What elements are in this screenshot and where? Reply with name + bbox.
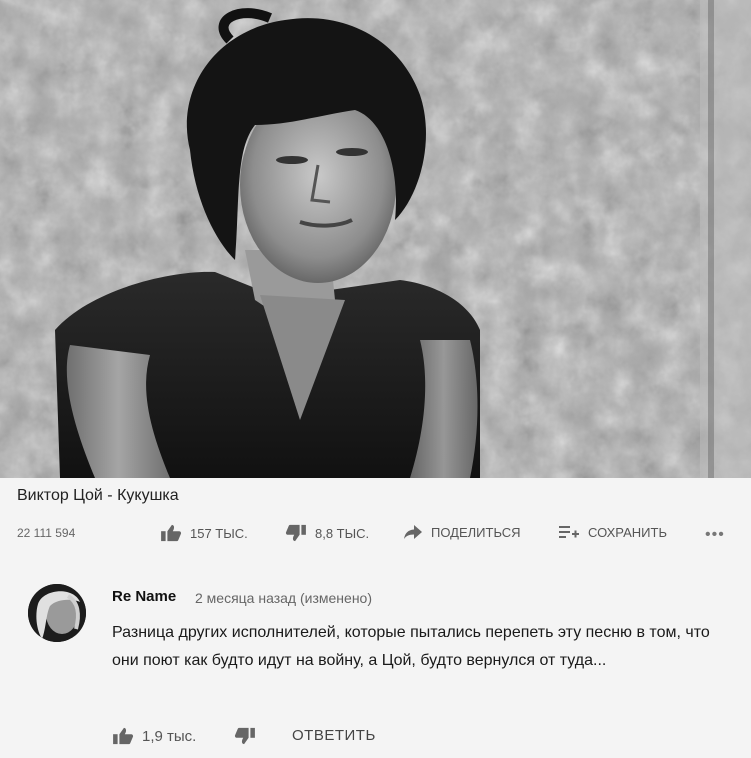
dislike-count: 8,8 тыс. xyxy=(315,525,370,541)
thumbs-up-icon xyxy=(161,524,182,542)
like-count: 157 тыс. xyxy=(190,525,248,541)
video-title: Виктор Цой - Кукушка xyxy=(17,487,179,504)
thumbs-down-icon xyxy=(285,524,306,542)
avatar[interactable] xyxy=(28,584,86,642)
comment-dislike-button[interactable] xyxy=(234,727,256,745)
comment-like-button[interactable]: 1,9 тыс. xyxy=(112,727,196,745)
more-options-button[interactable]: ••• xyxy=(705,526,725,544)
dislike-button[interactable]: 8,8 тыс. xyxy=(285,524,369,542)
video-actions-bar: 157 тыс. 8,8 тыс. Поделиться Сохранить xyxy=(0,524,751,546)
thumbs-up-icon xyxy=(113,727,134,745)
comment-timestamp[interactable]: 2 месяца назад (изменено) xyxy=(195,590,372,606)
reply-button[interactable]: Ответить xyxy=(292,727,376,744)
share-button[interactable]: Поделиться xyxy=(403,524,520,540)
like-button[interactable]: 157 тыс. xyxy=(160,524,248,542)
comment-author[interactable]: Re Name xyxy=(112,588,176,605)
save-button[interactable]: Сохранить xyxy=(558,524,667,540)
share-arrow-icon xyxy=(404,525,422,539)
share-label: Поделиться xyxy=(431,524,521,540)
playlist-add-icon xyxy=(559,526,579,538)
save-label: Сохранить xyxy=(588,524,667,540)
avatar-image xyxy=(28,584,86,642)
video-player[interactable] xyxy=(0,0,751,478)
video-thumbnail-image xyxy=(0,0,751,478)
comment-like-count: 1,9 тыс. xyxy=(142,727,197,745)
thumbs-down-icon xyxy=(234,727,255,745)
comment-text: Разница других исполнителей, которые пыт… xyxy=(112,624,710,669)
